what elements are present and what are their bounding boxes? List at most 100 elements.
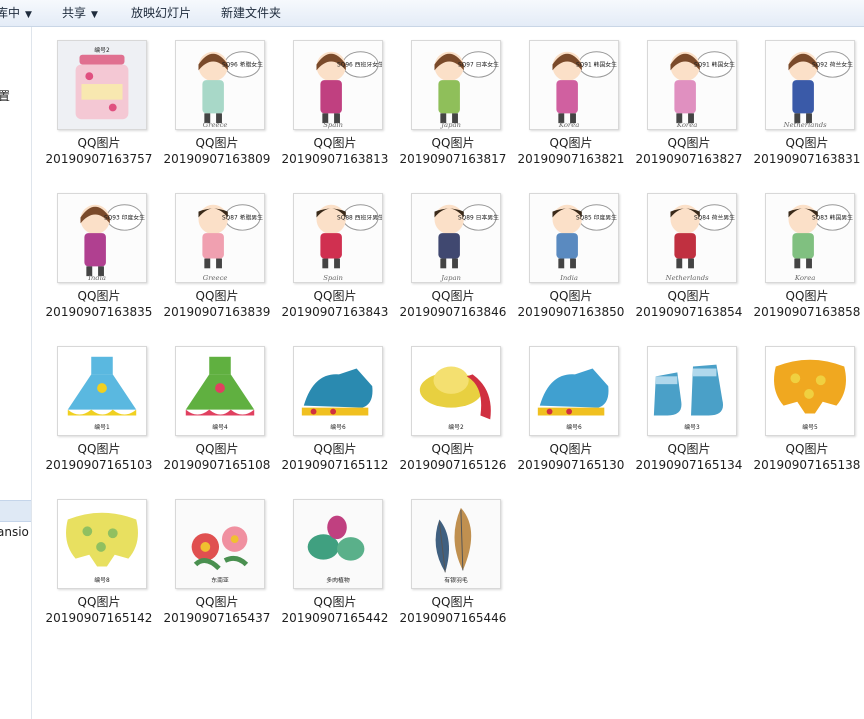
new-folder-button[interactable]: 新建文件夹 (221, 0, 281, 26)
thumbnail-caption: India (87, 274, 106, 282)
file-thumbnail[interactable]: 编号6 (293, 346, 383, 436)
file-thumbnail[interactable]: SQ87 希腊男生 Greece (175, 193, 265, 283)
file-name[interactable]: QQ图片 20190907163813 (279, 135, 391, 167)
thumbnail-badge: SQ91 韩国女生 (694, 60, 735, 68)
nav-item-partial[interactable]: 置 (0, 87, 10, 104)
file-thumbnail[interactable]: 编号2 (57, 40, 147, 130)
file-name-number: 20190907165142 (45, 611, 153, 625)
thumbnail-image: 多肉植物 (294, 500, 382, 588)
share-menu[interactable]: 共享 ▼ (62, 0, 98, 26)
thumbnail-badge: 编号3 (684, 423, 700, 431)
file-name-prefix: QQ图片 (785, 442, 829, 456)
file-thumbnail[interactable]: 编号5 (765, 346, 855, 436)
file-thumbnail[interactable]: 多肉植物 (293, 499, 383, 589)
thumbnail-image: 编号3 (648, 347, 736, 435)
file-name[interactable]: QQ图片 20190907165103 (43, 441, 155, 473)
thumbnail-image: SQ87 希腊男生 Greece (176, 194, 264, 282)
file-name[interactable]: QQ图片 20190907163835 (43, 288, 155, 320)
file-name[interactable]: QQ图片 20190907163839 (161, 288, 273, 320)
file-name-number: 20190907163827 (635, 152, 743, 166)
thumbnail-image: 编号6 (530, 347, 618, 435)
file-name[interactable]: QQ图片 20190907165134 (633, 441, 745, 473)
thumbnail-image: 有银羽毛 (412, 500, 500, 588)
file-name[interactable]: QQ图片 20190907165442 (279, 594, 391, 626)
file-name-prefix: QQ图片 (549, 136, 593, 150)
file-thumbnail[interactable]: SQ84 荷兰男生 Netherlands (647, 193, 737, 283)
share-label: 共享 (62, 6, 87, 20)
file-thumbnail[interactable]: SQ96 希腊女生 Greece (175, 40, 265, 130)
file-thumbnail[interactable]: SQ85 印度男生 India (529, 193, 619, 283)
file-name-number: 20190907163839 (163, 305, 271, 319)
file-name-number: 20190907163846 (399, 305, 507, 319)
thumbnail-caption: Korea (558, 121, 579, 129)
thumbnail-image: SQ92 荷兰女生 Netherlands (766, 41, 854, 129)
file-name-prefix: QQ图片 (195, 289, 239, 303)
navigation-pane[interactable]: 置 ansio (0, 27, 32, 719)
file-name-number: 20190907165103 (45, 458, 153, 472)
library-label: 库中 (0, 6, 21, 20)
thumbnail-image: SQ96 西班牙女生 Spain (294, 41, 382, 129)
file-name[interactable]: QQ图片 20190907163843 (279, 288, 391, 320)
file-thumbnail[interactable]: SQ91 韩国女生 Korea (529, 40, 619, 130)
thumbnail-image: 东南亚 (176, 500, 264, 588)
file-thumbnail[interactable]: SQ91 韩国女生 Korea (647, 40, 737, 130)
file-thumbnail[interactable]: 编号6 (529, 346, 619, 436)
thumbnail-caption: Netherlands (783, 121, 827, 129)
file-thumbnail[interactable]: 编号3 (647, 346, 737, 436)
file-name-number: 20190907165108 (163, 458, 271, 472)
file-name-prefix: QQ图片 (77, 442, 121, 456)
nav-selected-row[interactable] (0, 500, 31, 522)
file-name[interactable]: QQ图片 20190907163821 (515, 135, 627, 167)
file-thumbnail[interactable]: SQ89 日本男生 Japan (411, 193, 501, 283)
file-name[interactable]: QQ图片 20190907163809 (161, 135, 273, 167)
file-name[interactable]: QQ图片 20190907165142 (43, 594, 155, 626)
file-name[interactable]: QQ图片 20190907165446 (397, 594, 509, 626)
thumbnail-badge: 编号6 (330, 423, 346, 431)
file-name-prefix: QQ图片 (549, 289, 593, 303)
file-thumbnail[interactable]: 编号4 (175, 346, 265, 436)
file-name[interactable]: QQ图片 20190907163858 (751, 288, 863, 320)
file-name-number: 20190907163809 (163, 152, 271, 166)
file-name[interactable]: QQ图片 20190907163817 (397, 135, 509, 167)
slideshow-button[interactable]: 放映幻灯片 (131, 0, 191, 26)
file-thumbnail[interactable]: SQ83 韩国男生 Korea (765, 193, 855, 283)
file-name[interactable]: QQ图片 20190907163827 (633, 135, 745, 167)
file-name-prefix: QQ图片 (667, 442, 711, 456)
file-thumbnail[interactable]: SQ92 荷兰女生 Netherlands (765, 40, 855, 130)
thumbnail-image: SQ91 韩国女生 Korea (530, 41, 618, 129)
thumbnail-badge: 编号8 (94, 576, 110, 584)
file-name[interactable]: QQ图片 20190907165126 (397, 441, 509, 473)
file-thumbnail[interactable]: 东南亚 (175, 499, 265, 589)
file-name-number: 20190907163821 (517, 152, 625, 166)
file-thumbnail[interactable]: 编号1 (57, 346, 147, 436)
file-name[interactable]: QQ图片 20190907163850 (515, 288, 627, 320)
file-name[interactable]: QQ图片 20190907163846 (397, 288, 509, 320)
thumbnail-badge: SQ91 韩国女生 (576, 60, 617, 68)
file-name-number: 20190907165126 (399, 458, 507, 472)
file-name[interactable]: QQ图片 20190907163854 (633, 288, 745, 320)
file-thumbnail[interactable]: SQ93 印度女生 India (57, 193, 147, 283)
file-thumbnail[interactable]: SQ97 日本女生 Japan (411, 40, 501, 130)
file-name[interactable]: QQ图片 20190907163757 (43, 135, 155, 167)
file-name[interactable]: QQ图片 20190907165112 (279, 441, 391, 473)
thumbnail-image: SQ97 日本女生 Japan (412, 41, 500, 129)
file-name[interactable]: QQ图片 20190907163831 (751, 135, 863, 167)
chevron-down-icon: ▼ (91, 10, 98, 20)
file-name-number: 20190907165112 (281, 458, 389, 472)
file-name[interactable]: QQ图片 20190907165130 (515, 441, 627, 473)
file-thumbnail[interactable]: 编号8 (57, 499, 147, 589)
file-name-prefix: QQ图片 (313, 595, 357, 609)
file-name[interactable]: QQ图片 20190907165108 (161, 441, 273, 473)
file-thumbnail[interactable]: SQ96 西班牙女生 Spain (293, 40, 383, 130)
file-thumbnail[interactable]: 有银羽毛 (411, 499, 501, 589)
file-name-number: 20190907165130 (517, 458, 625, 472)
library-menu[interactable]: 库中 ▼ (0, 0, 32, 26)
file-name[interactable]: QQ图片 20190907165437 (161, 594, 273, 626)
file-name[interactable]: QQ图片 20190907165138 (751, 441, 863, 473)
file-name-prefix: QQ图片 (785, 289, 829, 303)
nav-item-partial[interactable]: ansio (0, 525, 29, 539)
thumbnail-image: SQ83 韩国男生 Korea (766, 194, 854, 282)
thumbnail-badge: SQ93 印度女生 (104, 213, 145, 221)
file-thumbnail[interactable]: SQ88 西班牙男生 Spain (293, 193, 383, 283)
file-thumbnail[interactable]: 编号2 (411, 346, 501, 436)
